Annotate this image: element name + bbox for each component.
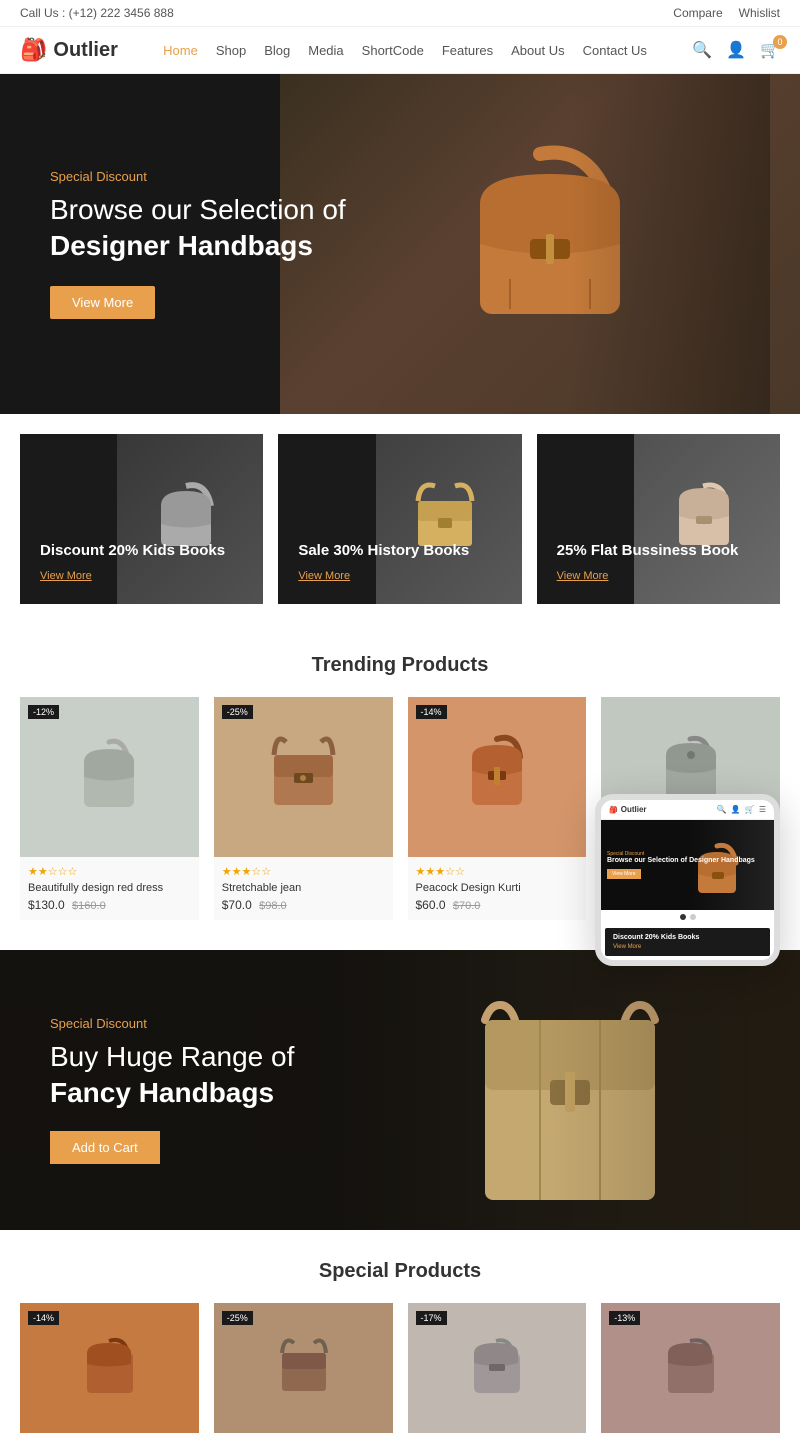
promo-2-link[interactable]: View More bbox=[298, 570, 350, 582]
user-icon[interactable]: 👤 bbox=[726, 40, 746, 60]
nav-contact[interactable]: Contact Us bbox=[583, 43, 647, 58]
special-1-badge: -14% bbox=[28, 1311, 59, 1325]
special-4-image bbox=[663, 1331, 718, 1406]
hero-content: Special Discount Browse our Selection of… bbox=[0, 169, 396, 320]
hero-title: Browse our Selection of Designer Handbag… bbox=[50, 192, 346, 265]
product-1-name: Beautifully design red dress bbox=[28, 882, 191, 894]
handbag-add-to-cart-button[interactable]: Add to Cart bbox=[50, 1131, 160, 1164]
promo-card-2: Sale 30% History Books View More bbox=[278, 434, 521, 604]
topbar: Call Us : (+12) 222 3456 888 Compare Whi… bbox=[0, 0, 800, 27]
handbag-title-line1: Buy Huge Range of bbox=[50, 1041, 294, 1072]
mobile-promo-link[interactable]: View More bbox=[613, 944, 641, 950]
cart-count: 0 bbox=[773, 35, 787, 49]
promo-3-title: 25% Flat Bussiness Book bbox=[557, 541, 760, 561]
nav-features[interactable]: Features bbox=[442, 43, 493, 58]
nav-blog[interactable]: Blog bbox=[264, 43, 290, 58]
phone-label: Call Us : (+12) 222 3456 888 bbox=[20, 6, 174, 20]
handbag-title-line2: Fancy Handbags bbox=[50, 1077, 274, 1108]
mobile-user-icon: 👤 bbox=[731, 805, 741, 814]
compare-link[interactable]: Compare bbox=[673, 6, 722, 20]
promo-card-3: 25% Flat Bussiness Book View More bbox=[537, 434, 780, 604]
product-2-discount: -25% bbox=[222, 705, 253, 719]
nav-media[interactable]: Media bbox=[308, 43, 343, 58]
promo-card-1: Discount 20% Kids Books View More bbox=[20, 434, 263, 604]
product-2-price: $70.0 $98.0 bbox=[222, 898, 385, 912]
mobile-hero-title: Browse our Selection of Designer Handbag… bbox=[607, 857, 755, 865]
special-3-badge: -17% bbox=[416, 1311, 447, 1325]
product-3-image bbox=[462, 727, 532, 827]
mobile-menu-icon: ☰ bbox=[759, 805, 766, 814]
hero-view-more-button[interactable]: View More bbox=[50, 286, 155, 319]
product-3-name: Peacock Design Kurti bbox=[416, 882, 579, 894]
product-2-name: Stretchable jean bbox=[222, 882, 385, 894]
nav-home[interactable]: Home bbox=[163, 43, 198, 58]
special-card-1[interactable]: -14% bbox=[20, 1303, 199, 1433]
product-1-discount: -12% bbox=[28, 705, 59, 719]
product-3-stars: ★★★☆☆ bbox=[416, 865, 579, 878]
nav-shop[interactable]: Shop bbox=[216, 43, 246, 58]
special-3-image bbox=[469, 1331, 524, 1406]
product-3-price: $60.0 $70.0 bbox=[416, 898, 579, 912]
handbag-banner: Special Discount Buy Huge Range of Fancy… bbox=[0, 950, 800, 1230]
special-card-3[interactable]: -17% bbox=[408, 1303, 587, 1433]
promo-1-link[interactable]: View More bbox=[40, 570, 92, 582]
header: 🎒 Outlier Home Shop Blog Media ShortCode… bbox=[0, 27, 800, 74]
product-2-image bbox=[266, 727, 341, 827]
main-nav: Home Shop Blog Media ShortCode Features … bbox=[163, 43, 647, 58]
special-card-2[interactable]: -25% bbox=[214, 1303, 393, 1433]
hero-title-line1: Browse our Selection of bbox=[50, 194, 346, 225]
handbag-banner-title: Buy Huge Range of Fancy Handbags bbox=[50, 1039, 294, 1112]
special-2-badge: -25% bbox=[222, 1311, 253, 1325]
product-1-stars: ★★☆☆☆ bbox=[28, 865, 191, 878]
header-icons: 🔍 👤 🛒0 bbox=[692, 40, 780, 60]
special-4-badge: -13% bbox=[609, 1311, 640, 1325]
hero-banner: Special Discount Browse our Selection of… bbox=[0, 74, 800, 414]
logo-icon: 🎒 bbox=[20, 37, 47, 63]
special-2-image bbox=[276, 1331, 331, 1406]
promo-section: Discount 20% Kids Books View More Sale 3… bbox=[0, 414, 800, 624]
special-1-image bbox=[82, 1331, 137, 1406]
product-card-1[interactable]: -12% ★★☆☆☆ Beautifully design red dress … bbox=[20, 697, 199, 920]
cart-icon[interactable]: 🛒0 bbox=[760, 40, 780, 60]
promo-2-title: Sale 30% History Books bbox=[298, 541, 501, 561]
logo[interactable]: 🎒 Outlier bbox=[20, 37, 118, 63]
product-card-3[interactable]: -14% ★★★☆☆ Peacock Design Kurti $60.0 $7… bbox=[408, 697, 587, 920]
mobile-logo: Outlier bbox=[621, 805, 647, 814]
mobile-preview: 🎒 Outlier 🔍 👤 🛒 ☰ bbox=[595, 794, 780, 966]
special-products-grid: -14% -25% bbox=[20, 1303, 780, 1433]
hero-title-line2: Designer Handbags bbox=[50, 230, 313, 261]
mobile-cart-icon: 🛒 bbox=[745, 805, 755, 814]
nav-about[interactable]: About Us bbox=[511, 43, 564, 58]
special-products-title: Special Products bbox=[20, 1260, 780, 1283]
mobile-promo-title: Discount 20% Kids Books bbox=[613, 934, 762, 941]
nav-shortcode[interactable]: ShortCode bbox=[362, 43, 424, 58]
promo-3-link[interactable]: View More bbox=[557, 570, 609, 582]
logo-text: Outlier bbox=[53, 39, 117, 62]
promo-1-title: Discount 20% Kids Books bbox=[40, 541, 243, 561]
special-section: Special Products -14% -25% bbox=[0, 1230, 800, 1453]
handbag-banner-label: Special Discount bbox=[50, 1016, 294, 1031]
mobile-search-icon: 🔍 bbox=[717, 805, 727, 814]
search-icon[interactable]: 🔍 bbox=[692, 40, 712, 60]
special-card-4[interactable]: -13% bbox=[601, 1303, 780, 1433]
hero-label: Special Discount bbox=[50, 169, 346, 184]
wishlist-link[interactable]: Whislist bbox=[739, 6, 780, 20]
product-card-2[interactable]: -25% ★★★☆☆ Stretchable jean $70.0 $98.0 bbox=[214, 697, 393, 920]
product-1-image bbox=[74, 727, 144, 827]
trending-title: Trending Products bbox=[20, 654, 780, 677]
mobile-hero-btn[interactable]: View More bbox=[607, 869, 641, 879]
product-2-stars: ★★★☆☆ bbox=[222, 865, 385, 878]
handbag-banner-content: Special Discount Buy Huge Range of Fancy… bbox=[0, 1016, 344, 1165]
product-1-price: $130.0 $160.0 bbox=[28, 898, 191, 912]
product-3-discount: -14% bbox=[416, 705, 447, 719]
